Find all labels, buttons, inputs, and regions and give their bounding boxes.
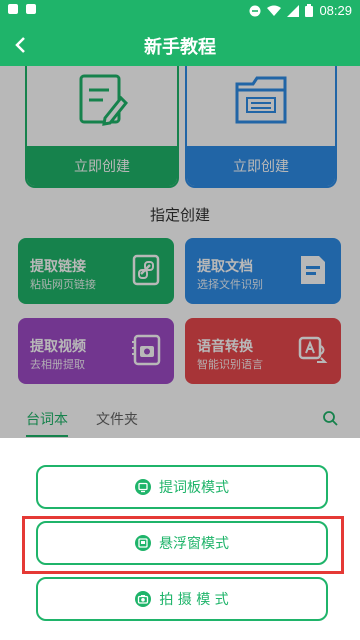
notification-icon [8, 4, 18, 14]
highlight-box [22, 516, 344, 574]
mode-label: 拍 摄 模 式 [159, 592, 229, 608]
notification-icon [26, 4, 36, 14]
app-bar: 新手教程 [0, 24, 360, 66]
teleprompter-icon [135, 479, 151, 495]
teleprompter-mode-button[interactable]: 提词板模式 [36, 465, 328, 509]
clock: 08:29 [319, 3, 352, 18]
wifi-icon [267, 5, 282, 16]
dim-overlay[interactable] [0, 66, 360, 438]
battery-icon [305, 4, 314, 17]
signal-icon [287, 4, 300, 17]
dnd-icon [249, 5, 261, 16]
page-title: 新手教程 [144, 37, 216, 58]
camera-icon [135, 591, 152, 607]
mode-label: 提词板模式 [159, 480, 229, 496]
status-bar: 08:29 [0, 0, 360, 24]
camera-mode-button[interactable]: 拍 摄 模 式 [36, 577, 328, 621]
